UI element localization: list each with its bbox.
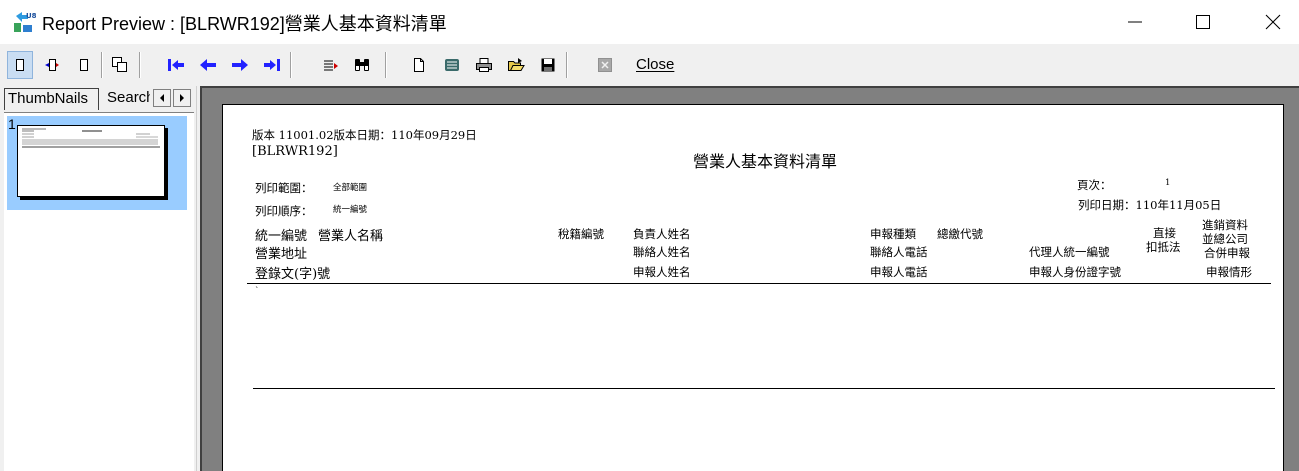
- single-page-button[interactable]: [7, 51, 33, 79]
- minimize-button[interactable]: [1100, 0, 1170, 44]
- close-window-button[interactable]: [1238, 0, 1299, 44]
- close-icon: [1265, 14, 1281, 30]
- print-icon: [476, 58, 492, 72]
- first-page-icon: [168, 59, 184, 71]
- report-code: [BLRWR192]: [252, 144, 338, 159]
- col-declare-type: 申報種類: [870, 227, 916, 241]
- window-title: Report Preview : [BLRWR192]營業人基本資料清單: [42, 14, 447, 34]
- multi-page-button[interactable]: [107, 51, 133, 79]
- find-icon: [355, 59, 369, 71]
- col-agent-tax-id: 代理人統一編號: [1029, 245, 1110, 259]
- report-version-line: 版本 11001.02版本日期：110年09月29日: [252, 128, 477, 142]
- print-range-value: 全部範圍: [333, 183, 368, 193]
- close-button[interactable]: Close: [632, 56, 678, 76]
- col-combined-declare: 合併申報: [1204, 246, 1250, 260]
- report-page: 版本 11001.02版本日期：110年09月29日 [BLRWR192] 營業…: [222, 104, 1284, 471]
- triangle-right-icon: [180, 94, 184, 102]
- print-range-label: 列印範圍：: [255, 181, 313, 195]
- tab-scroll-right-button[interactable]: [173, 89, 191, 107]
- col-headquarter-code: 總繳代號: [937, 227, 983, 241]
- thumbnail-list: 1: [4, 112, 194, 471]
- stray-mark: `: [255, 286, 260, 296]
- open-button[interactable]: [503, 51, 529, 79]
- col-direct-deduction-2: 扣抵法: [1146, 240, 1181, 254]
- col-declare-status: 申報情形: [1206, 265, 1252, 279]
- header-divider: [247, 283, 1271, 284]
- report-title: 營業人基本資料清單: [693, 152, 838, 171]
- tab-thumbnails[interactable]: ThumbNails: [4, 88, 99, 110]
- export-icon: [445, 59, 459, 71]
- goto-page-icon: [324, 60, 338, 71]
- prev-page-icon: [200, 59, 216, 71]
- page-width-icon: [80, 59, 88, 71]
- page-width-button[interactable]: [71, 51, 97, 79]
- stop-icon: [598, 58, 612, 72]
- print-button[interactable]: [471, 51, 497, 79]
- tab-search[interactable]: Search: [104, 88, 150, 110]
- svg-text:U8: U8: [26, 12, 36, 20]
- thumbnail-page-image: [17, 125, 165, 197]
- thumbnail-page-number: 1: [8, 116, 16, 132]
- col-name: 營業人名稱: [318, 229, 384, 244]
- open-icon: [508, 58, 525, 71]
- col-address: 營業地址: [255, 247, 308, 262]
- two-page-button[interactable]: [39, 51, 65, 79]
- minimize-icon: [1128, 21, 1142, 23]
- prev-page-button[interactable]: [195, 51, 221, 79]
- print-order-label: 列印順序：: [255, 204, 313, 218]
- save-button[interactable]: [535, 51, 561, 79]
- new-page-icon: [414, 58, 424, 72]
- maximize-icon: [1196, 15, 1210, 29]
- footer-divider: [253, 388, 1275, 389]
- multi-page-icon: [112, 57, 127, 72]
- page-label: 頁次：: [1077, 178, 1112, 192]
- two-page-icon: [45, 59, 59, 71]
- col-contact-name: 聯絡人姓名: [633, 245, 691, 259]
- save-icon: [541, 58, 555, 72]
- col-declarant-name: 申報人姓名: [633, 265, 691, 279]
- col-tax-id: 統一編號: [255, 229, 308, 244]
- col-tax-reg-no: 稅籍編號: [558, 227, 604, 241]
- tab-scroll-left-button[interactable]: [153, 89, 171, 107]
- page-value: 1: [1165, 178, 1171, 188]
- maximize-button[interactable]: [1168, 0, 1238, 44]
- col-registration-no: 登錄文(字)號: [255, 267, 331, 282]
- last-page-button[interactable]: [259, 51, 285, 79]
- thumbnail-item[interactable]: 1: [7, 116, 187, 210]
- export-button[interactable]: [439, 51, 465, 79]
- triangle-left-icon: [160, 94, 164, 102]
- col-owner-name: 負責人姓名: [633, 227, 691, 241]
- print-order-value: 統一編號: [333, 205, 368, 215]
- left-panel: ThumbNails Search 1: [0, 86, 196, 471]
- new-page-button[interactable]: [406, 51, 432, 79]
- next-page-button[interactable]: [227, 51, 253, 79]
- print-date: 列印日期：110年11月05日: [1078, 198, 1222, 212]
- col-declarant-id: 申報人身份證字號: [1029, 265, 1121, 279]
- last-page-icon: [264, 59, 280, 71]
- next-page-icon: [232, 59, 248, 71]
- title-bar: U8 Report Preview : [BLRWR192]營業人基本資料清單: [0, 0, 1299, 44]
- col-contact-phone: 聯絡人電話: [870, 245, 928, 259]
- app-u8-icon: U8: [12, 10, 37, 34]
- goto-page-button[interactable]: [318, 51, 344, 79]
- single-page-icon: [16, 59, 24, 71]
- col-declarant-phone: 申報人電話: [870, 265, 928, 279]
- toolbar: Close: [0, 44, 1299, 86]
- first-page-button[interactable]: [163, 51, 189, 79]
- find-button[interactable]: [349, 51, 375, 79]
- stop-button[interactable]: [592, 51, 618, 79]
